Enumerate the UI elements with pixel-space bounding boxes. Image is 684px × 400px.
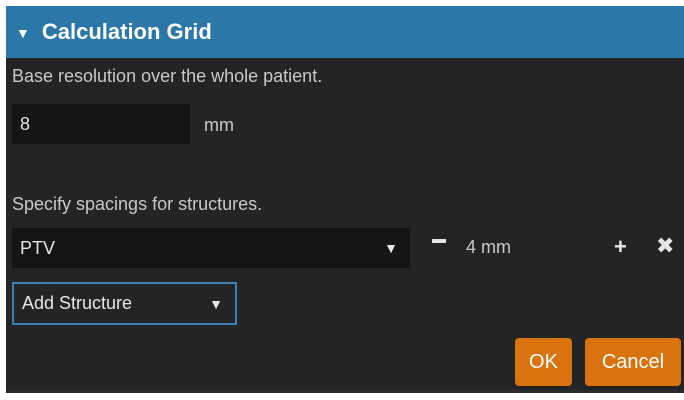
chevron-down-icon: ▼ [209, 295, 223, 312]
ok-button[interactable]: OK [515, 338, 572, 386]
structure-spacing-label: Specify spacings for structures. [12, 194, 263, 214]
add-structure-dropdown[interactable]: Add Structure ▼ [12, 282, 237, 325]
structure-spacing-value: 4 mm [466, 237, 511, 257]
base-resolution-input[interactable]: 8 [12, 104, 190, 144]
collapse-triangle-icon[interactable]: ▼ [16, 25, 30, 41]
add-structure-label: Add Structure [22, 293, 133, 313]
base-resolution-label: Base resolution over the whole patient. [12, 66, 323, 86]
base-resolution-unit: mm [204, 115, 234, 135]
close-icon[interactable]: ✖ [656, 235, 674, 257]
minus-icon[interactable] [432, 239, 446, 243]
calculation-grid-panel: ▼ Calculation Grid Base resolution over … [6, 6, 684, 393]
panel-header[interactable]: ▼ Calculation Grid [6, 6, 684, 58]
chevron-down-icon: ▼ [384, 240, 398, 256]
cancel-button[interactable]: Cancel [585, 338, 681, 386]
plus-icon[interactable]: + [614, 236, 627, 258]
panel-title: Calculation Grid [41, 19, 212, 44]
structure-select[interactable]: PTV ▼ [12, 228, 410, 268]
structure-select-value: PTV [20, 237, 56, 258]
